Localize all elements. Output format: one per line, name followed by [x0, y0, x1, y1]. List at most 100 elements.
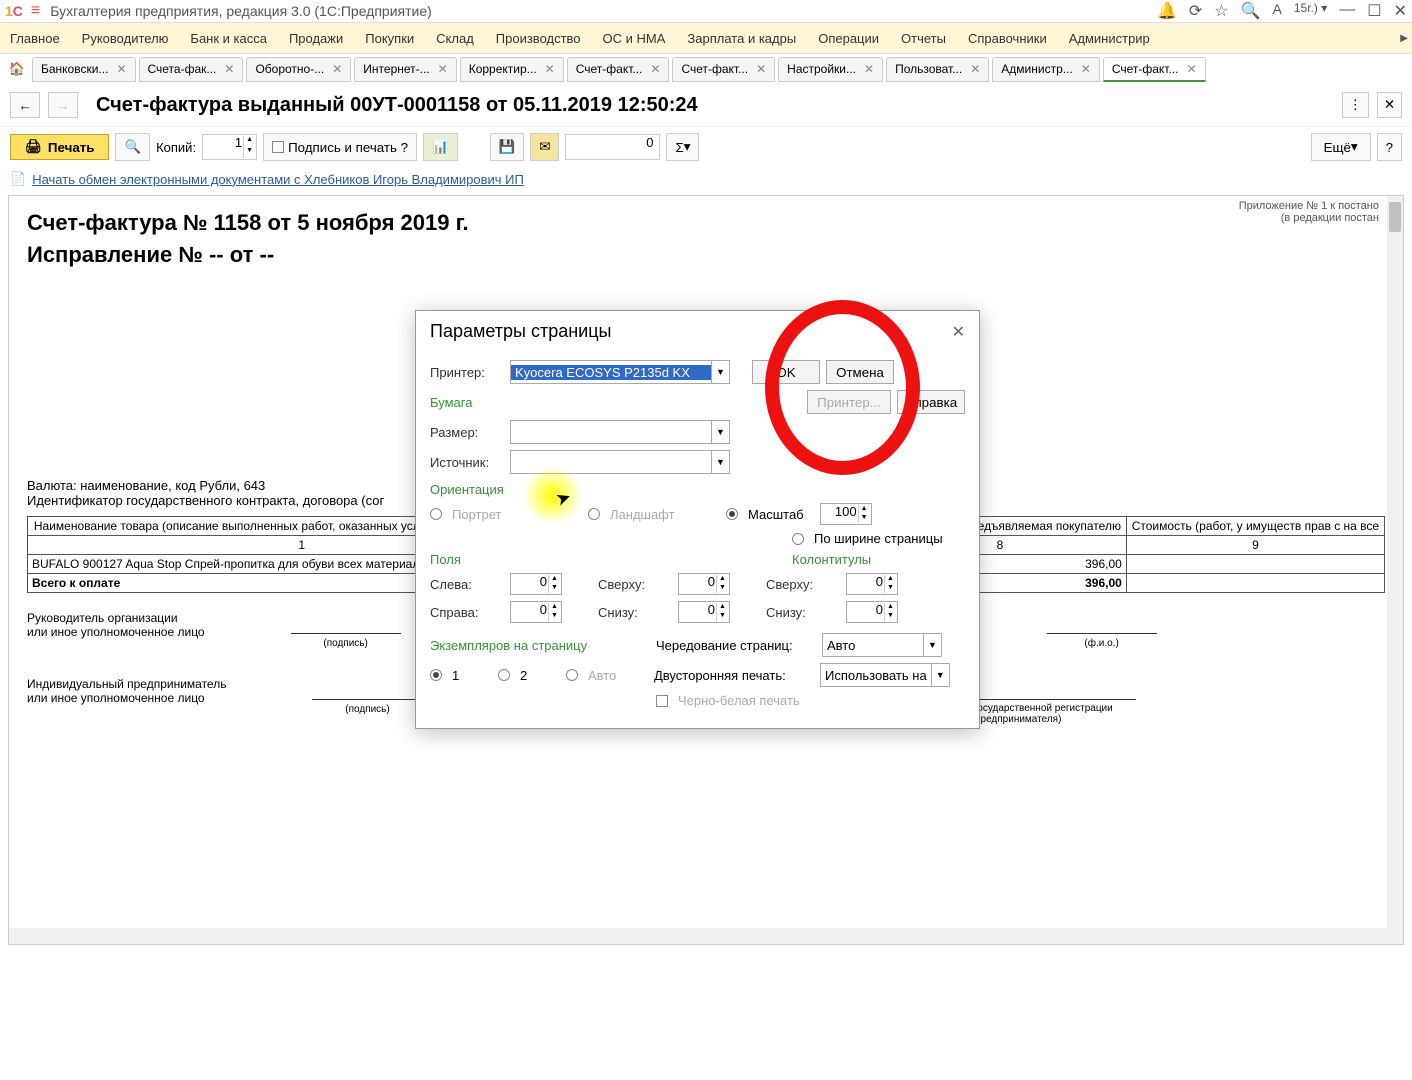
mainmenu-item[interactable]: Главное — [10, 31, 60, 46]
history-icon[interactable]: ⟳ — [1189, 1, 1202, 21]
portrait-radio[interactable] — [430, 508, 442, 520]
source-select[interactable]: ▼ — [510, 450, 730, 474]
mainmenu-item[interactable]: Склад — [436, 31, 474, 46]
tab[interactable]: Администр...✕ — [992, 57, 1100, 82]
numeric-field[interactable]: 0 — [565, 134, 660, 160]
mainmenu-item[interactable]: Отчеты — [901, 31, 946, 46]
tab-close-icon[interactable]: ✕ — [438, 62, 448, 76]
star-icon[interactable]: ☆ — [1214, 1, 1228, 21]
mainmenu-item[interactable]: Операции — [818, 31, 879, 46]
header-bottom-input[interactable]: 0▲▼ — [846, 601, 898, 623]
edo-start-link[interactable]: Начать обмен электронными документами с … — [32, 172, 524, 187]
nav-back-button[interactable]: ← — [10, 92, 40, 118]
mainmenu-item[interactable]: Справочники — [968, 31, 1047, 46]
landscape-radio[interactable] — [588, 508, 600, 520]
mainmenu-item[interactable]: Продажи — [289, 31, 343, 46]
chevron-down-icon[interactable]: ▼ — [711, 361, 729, 383]
doc-heading-1: Счет-фактура № 1158 от 5 ноября 2019 г. — [27, 210, 1385, 236]
scale-input[interactable]: 100▲▼ — [820, 503, 872, 525]
tab-close-icon[interactable]: ✕ — [756, 62, 766, 76]
home-tab[interactable]: 🏠 — [5, 57, 29, 81]
tab[interactable]: Пользоват...✕ — [886, 57, 989, 82]
tab-close-icon[interactable]: ✕ — [1081, 62, 1091, 76]
tab[interactable]: Счет-факт...✕ — [672, 57, 775, 82]
close-doc-button[interactable]: ✕ — [1377, 92, 1402, 118]
sigma-button[interactable]: Σ ▾ — [666, 133, 699, 161]
margin-right-input[interactable]: 0▲▼ — [510, 601, 562, 623]
mainmenu-item[interactable]: Производство — [496, 31, 581, 46]
tab-close-icon[interactable]: ✕ — [116, 62, 126, 76]
tab[interactable]: Счет-факт...✕ — [567, 57, 670, 82]
hamburger-icon[interactable]: ≡ — [31, 2, 40, 20]
copies-auto-radio[interactable] — [566, 669, 578, 681]
tab-close-icon[interactable]: ✕ — [970, 62, 980, 76]
tab-close-icon[interactable]: ✕ — [224, 62, 234, 76]
menu-scroll-right-icon[interactable]: ▶ — [1400, 33, 1408, 44]
margin-top-input[interactable]: 0▲▼ — [678, 573, 730, 595]
mainmenu-item[interactable]: Покупки — [365, 31, 414, 46]
size-select[interactable]: ▼ — [510, 420, 730, 444]
bywidth-radio[interactable] — [792, 533, 804, 545]
close-icon[interactable]: ✕ — [1394, 1, 1407, 21]
duplex-select[interactable]: Использовать на▼ — [820, 663, 950, 687]
mail-button[interactable]: ✉ — [530, 133, 559, 161]
margin-left-input[interactable]: 0▲▼ — [510, 573, 562, 595]
margins-label: Поля — [430, 552, 786, 567]
mainmenu-item[interactable]: Администрир — [1069, 31, 1150, 46]
tab[interactable]: Корректир...✕ — [460, 57, 564, 82]
header-top-input[interactable]: 0▲▼ — [846, 573, 898, 595]
copies-1-radio[interactable] — [430, 669, 442, 681]
content-header: ← → Счет-фактура выданный 00УТ-0001158 о… — [0, 84, 1412, 127]
scrollbar-h[interactable] — [9, 928, 1387, 944]
mainmenu-item[interactable]: Зарплата и кадры — [687, 31, 796, 46]
mainmenu-item[interactable]: Руководителю — [82, 31, 169, 46]
print-button[interactable]: 🖨Печать — [10, 134, 109, 160]
search-icon[interactable]: 🔍 — [1241, 1, 1261, 21]
copies-input[interactable]: 1▲▼ — [202, 134, 257, 160]
tab[interactable]: Оборотно-...✕ — [246, 57, 351, 82]
help-dialog-button[interactable]: Справка — [897, 390, 965, 414]
tab[interactable]: Счета-фак...✕ — [139, 57, 244, 82]
preview-button[interactable]: 🔍 — [115, 133, 150, 161]
printer-select[interactable]: Kyocera ECOSYS P2135d KX ▼ — [510, 360, 730, 384]
tab[interactable]: Интернет-...✕ — [354, 57, 456, 82]
sign-stamp-checkbox[interactable]: Подпись и печать ? — [263, 133, 417, 161]
source-label: Источник: — [430, 455, 504, 470]
margin-bottom-input[interactable]: 0▲▼ — [678, 601, 730, 623]
dialog-title-bar: Параметры страницы ✕ — [416, 311, 979, 352]
ok-button[interactable]: OK — [752, 360, 820, 384]
mainmenu-item[interactable]: ОС и НМА — [603, 31, 666, 46]
maximize-icon[interactable]: ☐ — [1367, 1, 1381, 21]
dropdown-icon[interactable]: 15r.) ▾ — [1294, 1, 1327, 21]
text-a-icon[interactable]: A — [1273, 1, 1282, 21]
bw-checkbox[interactable] — [656, 695, 668, 707]
copies-2-radio[interactable] — [498, 669, 510, 681]
tab-close-icon[interactable]: ✕ — [332, 62, 342, 76]
toolbar: 🖨Печать 🔍 Копий: 1▲▼ Подпись и печать ? … — [0, 127, 1412, 167]
cancel-button[interactable]: Отмена — [826, 360, 894, 384]
nav-fwd-button[interactable]: → — [48, 92, 78, 118]
tab-close-icon[interactable]: ✕ — [545, 62, 555, 76]
app-title: Бухгалтерия предприятия, редакция 3.0 (1… — [50, 3, 1157, 19]
printer-settings-button[interactable]: Принтер... — [807, 390, 891, 414]
mainmenu-item[interactable]: Банк и касса — [190, 31, 267, 46]
tab-close-icon[interactable]: ✕ — [650, 62, 660, 76]
tab[interactable]: Счет-факт...✕ — [1103, 57, 1206, 82]
tab[interactable]: Банковски...✕ — [32, 57, 136, 82]
help-button[interactable]: ? — [1377, 133, 1402, 161]
kebab-button[interactable]: ⋮ — [1342, 92, 1369, 118]
tab-close-icon[interactable]: ✕ — [864, 62, 874, 76]
minimize-icon[interactable]: — — [1339, 1, 1355, 21]
annotation-top-right: Приложение № 1 к постано(в редакции пост… — [1239, 200, 1379, 224]
dialog-close-button[interactable]: ✕ — [952, 322, 965, 342]
bell-icon[interactable]: 🔔 — [1157, 1, 1177, 21]
save-button[interactable]: 💾 — [490, 133, 525, 161]
tab-close-icon[interactable]: ✕ — [1186, 62, 1196, 76]
scale-radio[interactable] — [726, 508, 738, 520]
document-title: Счет-фактура выданный 00УТ-0001158 от 05… — [96, 94, 1334, 117]
alternation-select[interactable]: Авто▼ — [822, 633, 942, 657]
tab[interactable]: Настройки...✕ — [778, 57, 883, 82]
printer-icon: 🖨 — [25, 139, 42, 155]
more-button[interactable]: Ещё ▾ — [1311, 133, 1371, 161]
excel-button[interactable]: 📊 — [423, 133, 458, 161]
